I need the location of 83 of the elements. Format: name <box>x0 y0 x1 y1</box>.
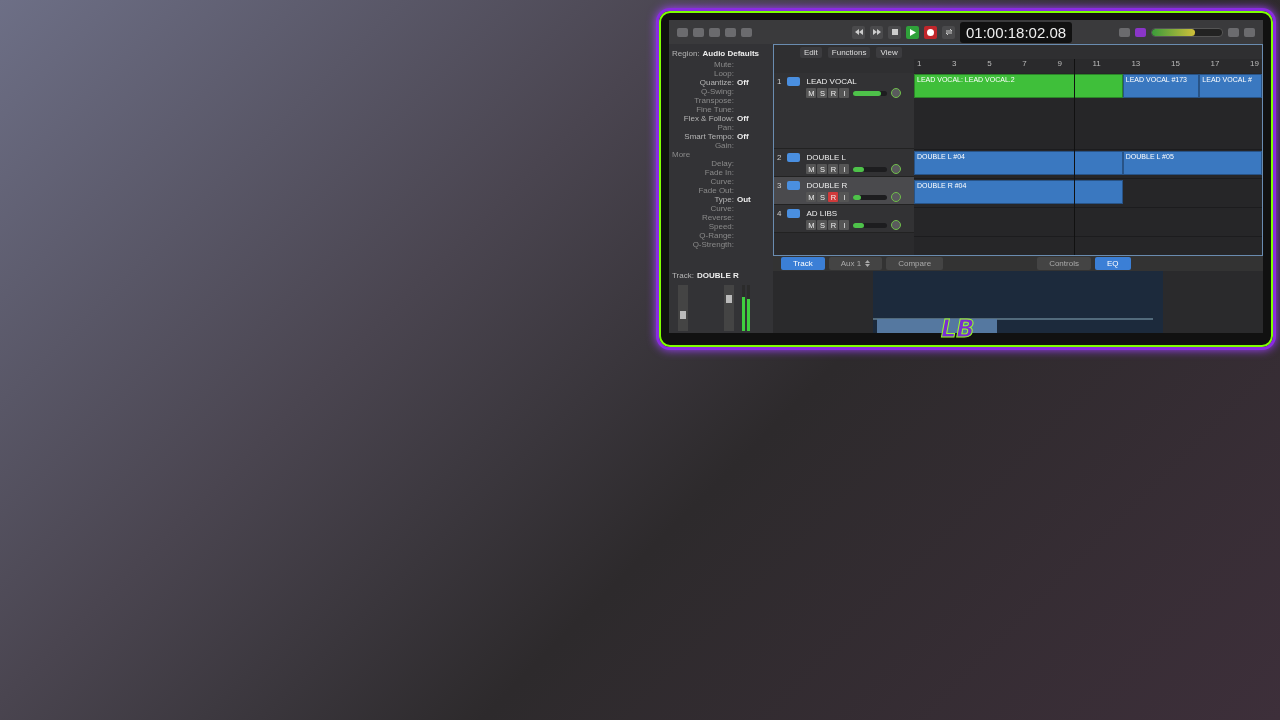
track-name: AD LIBS <box>806 209 838 218</box>
play-icon <box>909 28 916 36</box>
time-display: 01:00:18:02.08 <box>960 21 1073 43</box>
inspector-label: Mute: <box>713 60 734 69</box>
pan-knob[interactable] <box>891 220 902 230</box>
cycle-icon <box>944 29 953 35</box>
inspector-label: Fine Tune: <box>695 105 734 114</box>
track-name: DOUBLE L <box>806 153 847 162</box>
bar-number: 1 <box>917 59 922 68</box>
inspector-label: Reverse: <box>701 213 734 222</box>
inspector-label: Type: <box>713 195 734 204</box>
section-label: More <box>672 150 692 159</box>
volume-fader[interactable] <box>853 194 888 200</box>
menu-item[interactable]: Functions <box>827 46 871 58</box>
waveform-icon <box>787 209 801 218</box>
inspector-value[interactable]: Off <box>737 114 749 123</box>
bar-number: 7 <box>1022 59 1027 68</box>
stop-icon <box>891 29 898 35</box>
forward-button[interactable] <box>870 25 883 39</box>
pan-knob[interactable] <box>891 88 902 98</box>
menu-item[interactable]: Edit <box>800 46 822 58</box>
track-number: 4 <box>777 209 782 218</box>
play-button[interactable] <box>906 25 919 39</box>
inspector-label: Pan: <box>716 123 734 132</box>
bar-number: 17 <box>1210 59 1220 68</box>
inspector-label: Q-Range: <box>698 231 734 240</box>
master-volume-slider[interactable] <box>1151 27 1223 37</box>
record-button[interactable] <box>924 25 937 39</box>
waveform-icon <box>787 153 801 162</box>
cycle-button[interactable] <box>942 25 955 39</box>
bar-number: 3 <box>952 59 957 68</box>
record-icon <box>927 28 934 36</box>
inspector-value[interactable]: Off <box>737 78 749 87</box>
bar-number: 11 <box>1092 59 1101 68</box>
inspector-label: Quantize: <box>698 78 734 87</box>
bar-number: 19 <box>1250 59 1259 68</box>
inspector-value[interactable]: Out <box>737 195 751 204</box>
rewind-button[interactable] <box>852 25 865 39</box>
bar-number: 13 <box>1131 59 1141 68</box>
tab[interactable]: Compare <box>886 257 944 270</box>
dropdown[interactable]: Aux 1 <box>828 257 883 270</box>
inspector-label: Curve: <box>709 177 734 186</box>
inspector-value: DOUBLE R <box>696 270 739 280</box>
stop-button[interactable] <box>888 25 901 39</box>
inspector-label: Q-Strength: <box>691 240 734 249</box>
tab[interactable]: Controls <box>1037 257 1091 270</box>
inspector-label: Smart Tempo: <box>683 132 734 141</box>
fast-forward-icon <box>872 29 881 35</box>
waveform-icon <box>787 77 801 86</box>
inspector-label: Speed: <box>707 222 734 231</box>
inspector-label: Loop: <box>712 69 734 78</box>
inspector-label: Track: <box>672 270 694 280</box>
bar-number: 9 <box>1057 59 1062 68</box>
caret-icon <box>865 260 871 267</box>
tab[interactable]: Track <box>781 257 825 270</box>
volume-fader[interactable] <box>853 90 888 96</box>
volume-fader[interactable] <box>853 166 888 172</box>
bar-number: 5 <box>987 59 992 68</box>
ruler[interactable]: 1 3 5 7 9 11 13 15 17 19 <box>914 59 1262 73</box>
inspector-label: Transpose: <box>693 96 734 105</box>
menu-item[interactable]: View <box>876 46 902 58</box>
inspector-label: Curve: <box>709 204 734 213</box>
track-number: 2 <box>777 153 782 162</box>
tab[interactable]: EQ <box>1094 257 1131 270</box>
inspector-label: Fade Out: <box>697 186 734 195</box>
bar-number: 15 <box>1170 59 1180 68</box>
track-name: LEAD VOCAL <box>806 77 857 86</box>
inspector-label: Delay: <box>710 159 734 168</box>
track-number: 3 <box>777 181 782 190</box>
waveform-icon <box>787 181 801 190</box>
pan-knob[interactable] <box>891 192 902 202</box>
inspector-label: Region: <box>672 49 700 58</box>
rewind-icon <box>854 29 863 35</box>
pan-knob[interactable] <box>891 164 902 174</box>
inspector-value[interactable]: Off <box>737 132 749 141</box>
inspector-label: Gain: <box>713 141 734 150</box>
volume-fader[interactable] <box>853 222 888 228</box>
inspector-label: Q-Swing: <box>700 87 734 96</box>
track-number: 1 <box>777 77 782 86</box>
inspector-label: Fade In: <box>703 168 734 177</box>
track-name: DOUBLE R <box>806 181 848 190</box>
inspector-label: Flex & Follow: <box>682 114 734 123</box>
inspector-value: Audio Defaults <box>702 49 760 58</box>
